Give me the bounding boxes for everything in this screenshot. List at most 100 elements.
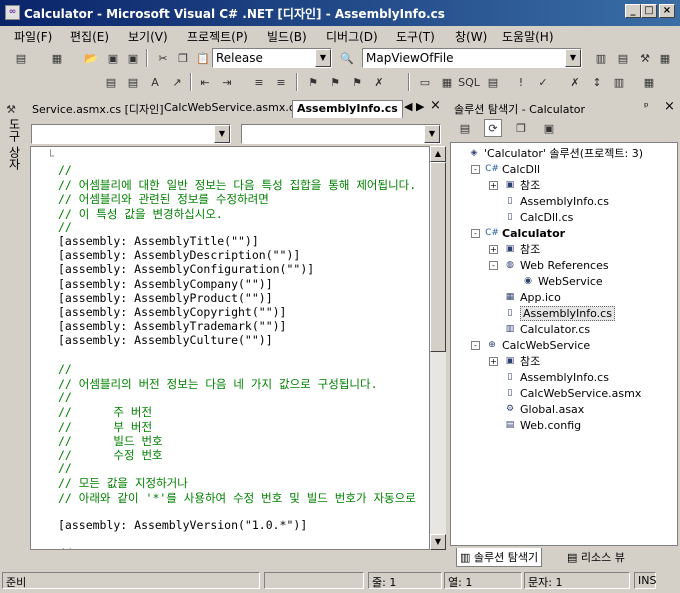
sort-icon[interactable]: ↕: [588, 73, 606, 91]
scroll-thumb[interactable]: [430, 162, 446, 352]
expand-icon[interactable]: +: [489, 181, 498, 190]
members-combo[interactable]: ▼: [241, 124, 441, 144]
expand-icon[interactable]: +: [489, 245, 498, 254]
tree-node[interactable]: C# CalcDll: [485, 161, 540, 177]
status-line: 줄: 1: [368, 572, 442, 589]
collapse-icon[interactable]: -: [489, 261, 498, 270]
tab-solution-explorer[interactable]: ▥ 솔루션 탐색기: [456, 548, 543, 567]
toolbox-panel[interactable]: ⚒ 도구 상자: [2, 98, 24, 558]
tab-scroll-right-icon[interactable]: ▶: [416, 100, 424, 113]
collapse-icon[interactable]: -: [471, 341, 480, 350]
tab-scroll-left-icon[interactable]: ◀: [404, 100, 412, 113]
tree-node[interactable]: ◉ WebService: [521, 273, 603, 289]
toolbox-icon[interactable]: ⚒: [636, 49, 654, 67]
show-all-files-icon[interactable]: ❐: [512, 119, 530, 137]
class-view-icon[interactable]: ▦: [656, 49, 674, 67]
tree-node[interactable]: ▯ AssemblyInfo.cs: [503, 369, 609, 385]
new-project-icon[interactable]: ▤: [12, 49, 30, 67]
open-file-icon[interactable]: 📂: [82, 49, 100, 67]
properties-icon[interactable]: ▤: [456, 119, 474, 137]
code-line: [assembly: AssemblyTitle("")]: [58, 234, 259, 248]
group-by-icon[interactable]: ▥: [610, 73, 628, 91]
table-view-icon[interactable]: ▦: [640, 73, 658, 91]
refresh-icon[interactable]: ⟳: [484, 119, 502, 137]
menu-file[interactable]: 파일(F): [14, 28, 52, 45]
menu-window[interactable]: 창(W): [455, 28, 487, 45]
bookmark-toggle-icon[interactable]: ⚑: [304, 73, 322, 91]
tree-node[interactable]: ▤ Web.config: [503, 417, 581, 433]
menu-debug[interactable]: 디버그(D): [326, 28, 378, 45]
display-member-icon[interactable]: ▤: [124, 73, 142, 91]
find-combo[interactable]: MapViewOfFile ▼: [362, 48, 582, 68]
app-icon[interactable]: ∞: [5, 5, 20, 20]
tree-node[interactable]: ◍ Web References: [503, 257, 609, 273]
solution-explorer-icon[interactable]: ▥: [592, 49, 610, 67]
quick-info-icon[interactable]: ↗: [168, 73, 186, 91]
bookmark-clear-icon[interactable]: ✗: [370, 73, 388, 91]
cut-icon[interactable]: ✂: [154, 49, 172, 67]
save-icon[interactable]: ▣: [104, 49, 122, 67]
db-table-icon[interactable]: ▭: [416, 73, 434, 91]
comment-icon[interactable]: ≡: [250, 73, 268, 91]
add-item-icon[interactable]: ▦: [48, 49, 66, 67]
param-info-icon[interactable]: A: [146, 73, 164, 91]
tree-node[interactable]: ▯ AssemblyInfo.cs: [503, 193, 609, 209]
object-browser-icon[interactable]: ▤: [102, 73, 120, 91]
run-sql-icon[interactable]: ✓: [534, 73, 552, 91]
view-code-icon[interactable]: ▣: [540, 119, 558, 137]
pin-icon[interactable]: ᵖ: [644, 100, 649, 113]
panel-close-icon[interactable]: ×: [664, 99, 675, 114]
menu-build[interactable]: 빌드(B): [267, 28, 307, 45]
menu-tools[interactable]: 도구(T): [396, 28, 435, 45]
close-tab-icon[interactable]: ×: [430, 98, 441, 113]
menu-help[interactable]: 도움말(H): [502, 28, 554, 45]
editor-vertical-scrollbar[interactable]: ▲ ▼: [430, 146, 446, 550]
tree-node[interactable]: ▣ 참조: [503, 177, 541, 193]
db-grid-icon[interactable]: ▦: [438, 73, 456, 91]
collapse-icon[interactable]: -: [471, 165, 480, 174]
tree-node[interactable]: ▯ CalcWebService.asmx: [503, 385, 642, 401]
remove-filter-icon[interactable]: ✗: [566, 73, 584, 91]
collapse-icon[interactable]: -: [471, 229, 480, 238]
editor-tab-strip: Service.asmx.cs [디자인] CalcWebService.asm…: [26, 98, 446, 118]
tree-node[interactable]: ◈ 'Calculator' 솔루션(프로젝트: 3): [467, 145, 644, 161]
tree-node[interactable]: ▣ 참조: [503, 353, 541, 369]
close-button[interactable]: ×: [659, 4, 675, 18]
tab-resource-view[interactable]: ▤ 리소스 뷰: [564, 548, 628, 566]
tree-node[interactable]: ▦ App.ico: [503, 289, 561, 305]
menu-view[interactable]: 보기(V): [128, 28, 168, 45]
tree-node[interactable]: ▥ Calculator.cs: [503, 321, 590, 337]
tab-calcwebservice-asmx-cs[interactable]: CalcWebService.asmx.cs: [160, 100, 305, 118]
tab-service-asmx-design[interactable]: Service.asmx.cs [디자인]: [28, 100, 168, 118]
code-editor[interactable]: └ //// 어셈블리에 대한 일반 정보는 다음 특성 집합을 통해 제어됩니…: [30, 146, 430, 550]
find-in-files-icon[interactable]: 🔍: [338, 49, 356, 67]
paste-icon[interactable]: 📋: [194, 49, 212, 67]
outdent-icon[interactable]: ⇤: [196, 73, 214, 91]
solution-config-combo[interactable]: Release ▼: [212, 48, 332, 68]
menu-edit[interactable]: 편집(E): [70, 28, 109, 45]
tab-assemblyinfo-cs[interactable]: AssemblyInfo.cs: [292, 100, 403, 118]
uncomment-icon[interactable]: ≡: [272, 73, 290, 91]
form-file-icon: ▥: [505, 324, 515, 334]
expand-icon[interactable]: +: [489, 357, 498, 366]
maximize-button[interactable]: □: [641, 4, 657, 18]
bookmark-next-icon[interactable]: ⚑: [348, 73, 366, 91]
tree-node[interactable]: ▯ AssemblyInfo.cs: [503, 305, 615, 321]
menu-project[interactable]: 프로젝트(P): [187, 28, 248, 45]
types-combo[interactable]: ▼: [31, 124, 231, 144]
references-icon: ▣: [505, 244, 515, 254]
tree-node[interactable]: ▯ CalcDll.cs: [503, 209, 574, 225]
save-all-icon[interactable]: ▣: [124, 49, 142, 67]
tree-node[interactable]: C# Calculator: [485, 225, 565, 241]
verify-sql-icon[interactable]: !: [512, 73, 530, 91]
copy-icon[interactable]: ❐: [174, 49, 192, 67]
tree-node[interactable]: ▣ 참조: [503, 241, 541, 257]
sql-icon[interactable]: SQL: [458, 73, 480, 91]
tree-node[interactable]: ⊕ CalcWebService: [485, 337, 590, 353]
results-icon[interactable]: ▤: [484, 73, 502, 91]
minimize-button[interactable]: _: [625, 4, 641, 18]
properties-icon[interactable]: ▤: [614, 49, 632, 67]
bookmark-prev-icon[interactable]: ⚑: [326, 73, 344, 91]
indent-icon[interactable]: ⇥: [218, 73, 236, 91]
tree-node[interactable]: ⚙ Global.asax: [503, 401, 584, 417]
